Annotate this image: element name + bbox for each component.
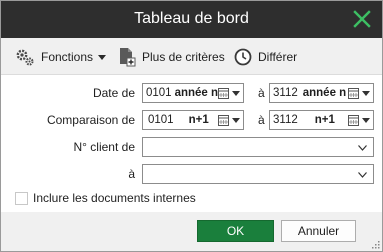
chevron-down-icon[interactable] [362, 91, 370, 96]
client-from-label: N° client de [73, 140, 136, 154]
date-from-year: année n [174, 87, 219, 99]
dialog-footer: OK Annuler [1, 212, 382, 251]
title-bar: Tableau de bord [1, 1, 382, 38]
toolbar: Fonctions Plus de critères Différer [1, 38, 382, 75]
client-from-select[interactable] [142, 137, 374, 157]
date-from-day: 0101 [146, 87, 172, 99]
comparison-to-label: à [258, 113, 265, 127]
date-to-label: à [258, 86, 265, 100]
calendar-icon[interactable] [218, 115, 229, 126]
date-to-field[interactable]: 3112 année n [269, 83, 374, 103]
dialog-title: Tableau de bord [134, 10, 249, 27]
functions-label: Fonctions [41, 50, 94, 64]
functions-menu-button[interactable]: Fonctions [15, 46, 107, 68]
date-to-day: 3112 [273, 87, 298, 99]
defer-label: Différer [258, 50, 298, 64]
comparison-from-year: n+1 [188, 114, 209, 126]
date-from-field[interactable]: 0101 année n [142, 83, 244, 103]
client-to-select[interactable] [142, 164, 374, 184]
comparison-from-field[interactable]: 0101 n+1 [142, 110, 244, 130]
chevron-down-icon [358, 172, 367, 178]
comparison-to-field[interactable]: 3112 n+1 [269, 110, 374, 130]
client-to-label: à [128, 167, 135, 181]
calendar-icon[interactable] [348, 88, 359, 99]
date-to-year: année n [302, 87, 347, 99]
clock-icon [234, 48, 252, 66]
chevron-down-icon[interactable] [232, 118, 240, 123]
comparison-to-year: n+1 [314, 114, 335, 126]
cancel-button[interactable]: Annuler [281, 220, 356, 242]
chevron-down-icon [358, 145, 367, 151]
calendar-icon[interactable] [348, 115, 359, 126]
more-criteria-button[interactable]: Plus de critères [118, 46, 225, 68]
chevron-down-icon[interactable] [362, 118, 370, 123]
chevron-down-icon[interactable] [232, 91, 240, 96]
gears-icon [15, 47, 35, 67]
date-label: Date de [92, 86, 135, 100]
close-icon[interactable] [352, 9, 372, 29]
dashboard-dialog: Tableau de bord Fonctions Plus de critèr… [0, 0, 383, 252]
comparison-label: Comparaison de [46, 113, 135, 127]
chevron-down-icon [98, 54, 107, 60]
ok-button[interactable]: OK [197, 220, 274, 242]
include-internal-label: Inclure les documents internes [33, 191, 196, 205]
more-criteria-label: Plus de critères [142, 50, 225, 64]
add-document-icon [118, 47, 136, 67]
defer-button[interactable]: Différer [234, 46, 297, 68]
resize-grip-icon[interactable] [372, 241, 380, 249]
include-internal-checkbox[interactable] [15, 192, 28, 205]
calendar-icon[interactable] [218, 88, 229, 99]
comparison-from-day: 0101 [148, 114, 174, 126]
comparison-to-day: 3112 [273, 114, 298, 126]
